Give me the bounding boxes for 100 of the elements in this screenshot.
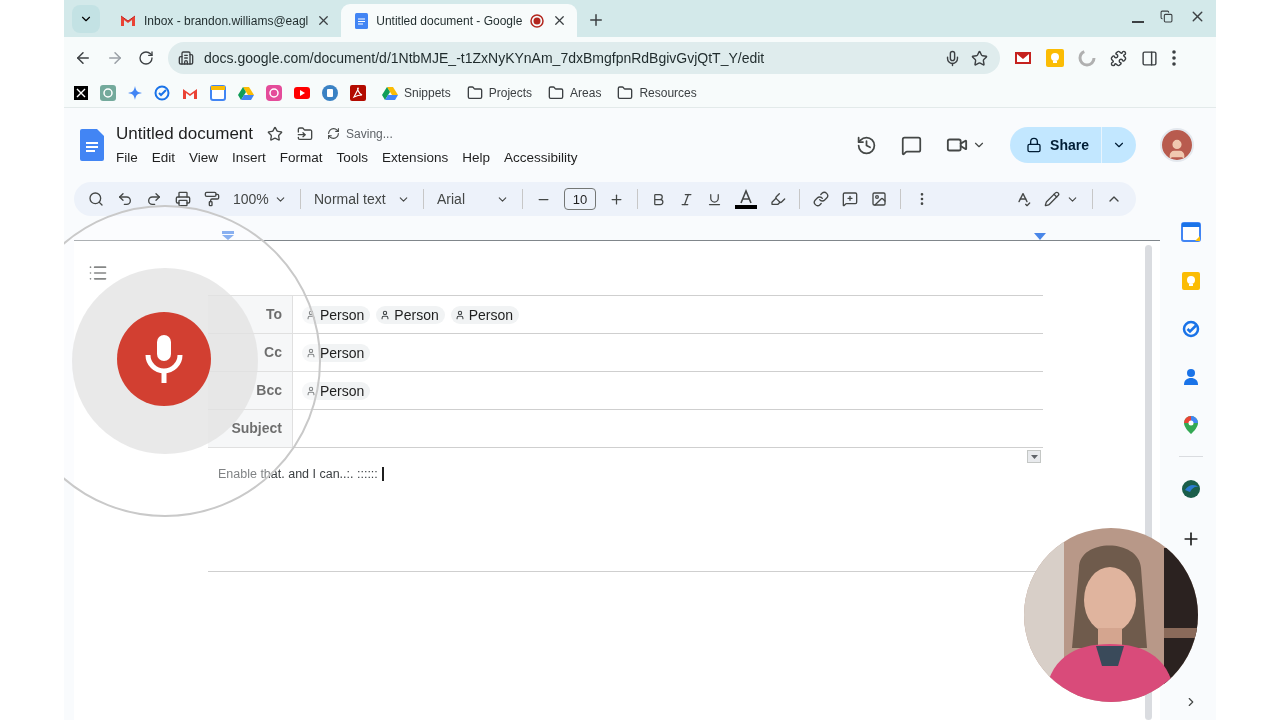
bookmark-link[interactable]: Projects [466,85,533,101]
mail-icon[interactable] [182,86,198,100]
loading-icon [1078,49,1096,67]
underline-icon[interactable] [707,191,722,207]
app-circle-icon[interactable] [322,85,338,101]
browser-tab[interactable]: Untitled document - Google [341,4,578,37]
indent-marker-icon[interactable] [222,231,234,240]
person-icon [380,309,391,320]
text-color-icon[interactable] [735,189,757,209]
font-size-field[interactable]: 10 [564,188,596,210]
email-body-text[interactable]: Enable that. and I can..:. :::::: [218,467,384,481]
style-dropdown[interactable]: Normal text [314,191,410,207]
caret-icon [1030,454,1038,459]
printer-icon[interactable] [175,191,191,207]
sparkle-icon[interactable] [128,86,142,100]
menu-item[interactable]: Extensions [376,147,455,167]
menu-item[interactable]: Format [273,147,329,167]
tab-title: Untitled document - Google [376,13,523,28]
comment-icon[interactable] [901,134,923,156]
drive-icon [382,86,398,100]
contacts-icon[interactable] [1183,368,1199,386]
redo-icon[interactable] [146,191,162,207]
browser-tab[interactable]: Inbox - brandon.williams@eagl [106,4,342,37]
highlighter-icon[interactable] [770,191,786,207]
bookmark-star-icon [971,49,988,67]
increase-size-icon[interactable] [609,191,624,207]
menu-item[interactable]: View [183,147,225,167]
image-icon[interactable] [871,191,887,207]
url-text: docs.google.com/document/d/1NtbMJE_-t1ZxNyKYnAm_7dxBmgfpnRdBgivGvjQtT_Y/edit [204,50,766,66]
zoom-dropdown[interactable]: 100% [233,191,287,207]
folder-icon [466,85,483,101]
menu-item[interactable]: Help [456,147,496,167]
back-button[interactable] [74,49,92,67]
bold-icon[interactable] [651,191,666,207]
bookmark-link[interactable]: Areas [548,85,602,101]
address-bar[interactable]: docs.google.com/document/d/1NtbMJE_-t1ZxNyKYnAm_7dxBmgfpnRdBgivGvjQtT_Y/edit [168,42,1000,74]
bookmark-link[interactable]: Snippets [382,86,451,100]
tasks-icon[interactable] [1182,320,1200,338]
lock-icon [1026,137,1043,153]
calendar-icon[interactable] [1181,222,1201,242]
paint-format-icon[interactable] [204,191,220,207]
spellcheck-icon[interactable] [1015,191,1031,207]
star-icon[interactable] [267,125,284,142]
mail-extension-icon [1014,51,1032,65]
person-chip[interactable]: Person [302,381,371,400]
dropdown-caret-button[interactable] [1027,450,1041,463]
microphone-icon [944,49,961,67]
avatar[interactable] [1160,128,1194,162]
menu-item[interactable]: Tools [330,147,375,167]
menu-item[interactable]: File [110,147,144,167]
restore-icon [1160,10,1173,23]
person-chip[interactable]: Person [302,305,371,324]
reload-icon [138,50,154,66]
site-info-icon [178,50,194,66]
pencil-icon[interactable] [1044,191,1060,207]
maps-icon[interactable] [1184,416,1198,434]
docs-logo-icon[interactable] [80,129,104,161]
sync-icon [327,127,341,140]
folder-icon [548,85,565,101]
side-panel-button[interactable] [1141,49,1158,67]
outline-icon[interactable] [88,263,108,283]
person-chip[interactable]: Person [376,305,445,324]
folder-icon [617,85,634,101]
minimize-icon [1132,20,1144,23]
person-icon [306,385,316,396]
person-chip[interactable]: Person [302,343,371,362]
calendar-icon[interactable] [210,85,226,101]
tab-title: Inbox - brandon.williams@eagl [144,13,309,28]
undo-icon[interactable] [117,191,133,207]
bookmark-link[interactable]: Resources [617,85,697,101]
italic-icon[interactable] [679,191,694,207]
saving-status: Saving... [346,126,393,141]
puzzle-icon [1110,49,1127,67]
check-circle-icon[interactable] [154,85,170,101]
menu-button[interactable] [1172,50,1176,66]
x-icon[interactable] [74,86,88,100]
mail-icon [120,14,136,27]
person-icon [306,309,316,320]
forward-arrow-icon [106,49,124,67]
drive-icon[interactable] [238,86,254,100]
history-icon[interactable] [856,134,878,156]
microphone-icon [144,333,184,385]
move-folder-icon[interactable] [297,125,314,142]
add-comment-icon[interactable] [842,191,858,207]
menu-item[interactable]: Insert [226,147,272,167]
restore-button[interactable] [1160,10,1173,23]
font-dropdown[interactable]: Arial [437,191,509,207]
wave-app-icon[interactable] [1181,479,1201,499]
link-icon[interactable] [813,191,829,207]
more-icon [1172,50,1176,66]
extensions-button[interactable] [1110,49,1127,67]
search-icon[interactable] [88,191,104,207]
play-icon[interactable] [294,87,310,99]
pdf-icon[interactable] [350,85,366,101]
document-title[interactable]: Untitled document [116,123,254,144]
menu-item[interactable]: Edit [145,147,182,167]
lightbulb-extension-icon [1046,49,1064,67]
menu-item[interactable]: Accessibility [497,147,584,167]
reload-button[interactable] [138,50,154,66]
person-chip[interactable]: Person [450,305,520,324]
